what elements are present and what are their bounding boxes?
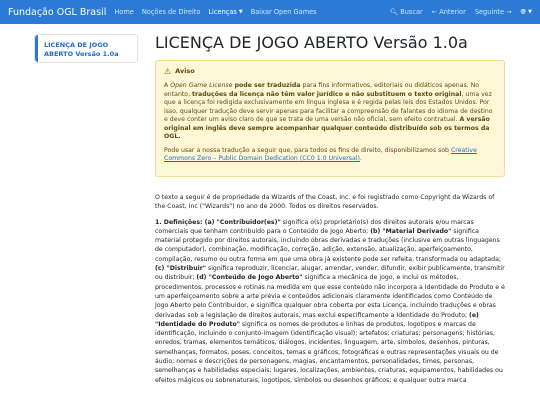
definition-term: (c) "Distribuir" [155, 265, 207, 273]
arrow-left-icon: ← [431, 8, 438, 16]
definition-text: significa os nomes de produtos e linhas … [155, 320, 503, 384]
next-page-link[interactable]: Seguinte → [475, 8, 512, 16]
warning-alert: ⚠︎ Aviso A Open Game License pode ser tr… [155, 60, 505, 177]
language-dropdown[interactable]: 🌐︎ ▼ [521, 8, 532, 17]
nav-licencas-dropdown[interactable]: Licenças ▼ [208, 8, 242, 16]
next-label: Seguinte [474, 8, 505, 16]
warning-icon: ⚠︎ [164, 66, 172, 76]
definitions-paragraph: 1. Definições: (a) "Contribuidor(es)" si… [155, 218, 505, 385]
alert-header: ⚠︎ Aviso [164, 65, 496, 77]
sidebar-item-licenca[interactable]: LICENÇA DE JOGO ABERTO Versão 1.0a [44, 41, 137, 59]
definition-term: (d) "Conteúdo de Jogo Aberto" [196, 274, 303, 282]
intro-paragraph: O texto a seguir é de propriedade da Wiz… [155, 194, 495, 211]
alert-text-strong: traduções da licença não têm valor juríd… [192, 90, 462, 98]
alert-text-strong: pode ser traduzida [232, 82, 301, 89]
alert-paragraph-2: Pode usar a nossa tradução a seguir que,… [164, 147, 496, 164]
alert-text-emphasis: Open Game License [170, 82, 233, 89]
definition-term: (b) "Material Derivado" [370, 227, 452, 235]
caret-down-icon: ▼ [238, 9, 243, 15]
nav-nocoes-de-direito[interactable]: Noções de Direito [142, 8, 201, 16]
sidebar-toc: LICENÇA DE JOGO ABERTO Versão 1.0a [34, 34, 138, 63]
alert-text: Pode usar a nossa tradução a seguir que,… [164, 146, 451, 154]
nav-baixar-open-games[interactable]: Baixar Open Games [251, 8, 317, 16]
previous-label: Anterior [439, 8, 466, 16]
main-content: LICENÇA DE JOGO ABERTO Versão 1.0a [155, 32, 505, 54]
definition-term: 1. Definições: (a) "Contribuidor(es)" [155, 218, 281, 226]
navbar-right-group: 🔍︎ Buscar ← Anterior Seguinte → 🌐︎ ▼ [381, 0, 532, 24]
caret-down-icon: ▼ [528, 8, 532, 15]
nav-home[interactable]: Home [114, 8, 133, 16]
alert-heading: Aviso [175, 67, 195, 75]
site-brand[interactable]: Fundação OGL Brasil [8, 7, 106, 18]
alert-paragraph-1: A Open Game License pode ser traduzida p… [164, 82, 496, 142]
arrow-right-icon: → [506, 8, 512, 16]
license-body: O texto a seguir é de propriedade da Wiz… [155, 193, 505, 391]
globe-icon: 🌐︎ [520, 7, 527, 16]
search-icon: 🔍︎ [389, 8, 399, 16]
search-button[interactable]: 🔍︎ Buscar [390, 8, 423, 16]
page-title: LICENÇA DE JOGO ABERTO Versão 1.0a [155, 33, 468, 52]
search-label: Buscar [400, 8, 423, 16]
sidebar-active-indicator [35, 35, 38, 62]
previous-page-link[interactable]: ← Anterior [432, 8, 466, 16]
nav-licencas-label: Licenças [208, 8, 237, 16]
top-navbar: Fundação OGL Brasil Home Noções de Direi… [0, 0, 540, 24]
alert-text: . [359, 155, 362, 162]
